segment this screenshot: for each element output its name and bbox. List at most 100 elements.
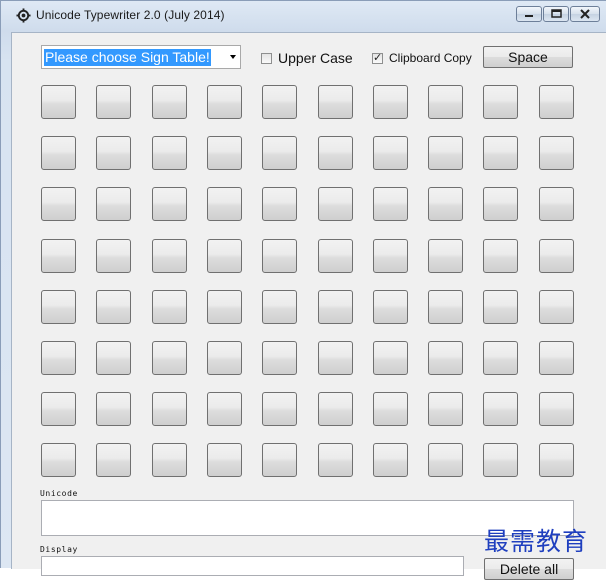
character-key[interactable] bbox=[262, 187, 297, 221]
character-key[interactable] bbox=[318, 239, 353, 273]
close-icon bbox=[580, 9, 590, 19]
unicode-label: Unicode bbox=[40, 489, 78, 498]
character-key[interactable] bbox=[318, 85, 353, 119]
character-key[interactable] bbox=[207, 136, 242, 170]
clipboard-copy-label: Clipboard Copy bbox=[389, 51, 472, 65]
watermark-text: 最需教育 bbox=[484, 527, 589, 556]
character-key[interactable] bbox=[152, 85, 187, 119]
character-key[interactable] bbox=[262, 136, 297, 170]
character-key[interactable] bbox=[539, 239, 574, 273]
character-key[interactable] bbox=[428, 290, 463, 324]
character-key[interactable] bbox=[152, 136, 187, 170]
character-key[interactable] bbox=[41, 85, 76, 119]
character-key[interactable] bbox=[483, 443, 518, 477]
character-key[interactable] bbox=[483, 136, 518, 170]
character-key[interactable] bbox=[318, 443, 353, 477]
character-key[interactable] bbox=[262, 239, 297, 273]
character-key[interactable] bbox=[207, 85, 242, 119]
character-key[interactable] bbox=[152, 239, 187, 273]
character-key[interactable] bbox=[318, 392, 353, 426]
character-key[interactable] bbox=[318, 341, 353, 375]
character-key[interactable] bbox=[539, 443, 574, 477]
chevron-down-icon bbox=[230, 55, 236, 59]
delete-all-button[interactable]: Delete all bbox=[484, 558, 574, 580]
character-key[interactable] bbox=[96, 136, 131, 170]
character-key[interactable] bbox=[262, 341, 297, 375]
character-key[interactable] bbox=[539, 136, 574, 170]
character-key[interactable] bbox=[428, 392, 463, 426]
character-key[interactable] bbox=[152, 290, 187, 324]
character-key[interactable] bbox=[539, 85, 574, 119]
minimize-button[interactable] bbox=[516, 6, 542, 22]
character-key[interactable] bbox=[41, 443, 76, 477]
character-key[interactable] bbox=[262, 392, 297, 426]
character-key[interactable] bbox=[483, 85, 518, 119]
close-button[interactable] bbox=[570, 6, 600, 22]
character-key[interactable] bbox=[373, 239, 408, 273]
character-key[interactable] bbox=[96, 443, 131, 477]
character-key[interactable] bbox=[207, 239, 242, 273]
character-key[interactable] bbox=[41, 341, 76, 375]
character-key[interactable] bbox=[207, 187, 242, 221]
character-key[interactable] bbox=[96, 239, 131, 273]
character-key[interactable] bbox=[41, 239, 76, 273]
character-key[interactable] bbox=[428, 136, 463, 170]
character-key[interactable] bbox=[207, 443, 242, 477]
character-key[interactable] bbox=[207, 290, 242, 324]
character-key[interactable] bbox=[373, 341, 408, 375]
character-key[interactable] bbox=[373, 290, 408, 324]
checkmark-icon: ✓ bbox=[373, 51, 383, 64]
character-key[interactable] bbox=[96, 290, 131, 324]
character-key[interactable] bbox=[483, 239, 518, 273]
character-key[interactable] bbox=[262, 85, 297, 119]
character-key[interactable] bbox=[539, 392, 574, 426]
character-key[interactable] bbox=[41, 290, 76, 324]
character-key[interactable] bbox=[207, 392, 242, 426]
character-key[interactable] bbox=[428, 187, 463, 221]
character-key[interactable] bbox=[539, 290, 574, 324]
character-key[interactable] bbox=[428, 85, 463, 119]
character-key[interactable] bbox=[96, 392, 131, 426]
space-button[interactable]: Space bbox=[483, 46, 573, 68]
character-key[interactable] bbox=[373, 187, 408, 221]
character-key[interactable] bbox=[152, 392, 187, 426]
clipboard-copy-checkbox[interactable]: ✓ Clipboard Copy bbox=[372, 51, 472, 65]
upper-case-checkbox[interactable]: Upper Case bbox=[261, 50, 353, 66]
character-key[interactable] bbox=[318, 136, 353, 170]
client-area: Please choose Sign Table! Upper Case ✓ C… bbox=[11, 32, 606, 580]
upper-case-box[interactable] bbox=[261, 52, 272, 64]
display-field[interactable] bbox=[41, 556, 464, 576]
character-key[interactable] bbox=[373, 392, 408, 426]
minimize-icon bbox=[525, 15, 533, 17]
character-key[interactable] bbox=[318, 290, 353, 324]
character-key[interactable] bbox=[152, 443, 187, 477]
character-key[interactable] bbox=[373, 85, 408, 119]
character-key[interactable] bbox=[318, 187, 353, 221]
character-key[interactable] bbox=[539, 187, 574, 221]
character-key[interactable] bbox=[96, 85, 131, 119]
character-key[interactable] bbox=[428, 341, 463, 375]
character-key[interactable] bbox=[152, 341, 187, 375]
maximize-button[interactable] bbox=[543, 6, 569, 22]
character-key[interactable] bbox=[207, 341, 242, 375]
character-key[interactable] bbox=[262, 290, 297, 324]
character-key[interactable] bbox=[41, 392, 76, 426]
character-key[interactable] bbox=[483, 341, 518, 375]
character-key[interactable] bbox=[41, 136, 76, 170]
character-key[interactable] bbox=[483, 392, 518, 426]
clipboard-copy-box[interactable]: ✓ bbox=[372, 51, 383, 64]
character-key[interactable] bbox=[483, 290, 518, 324]
title-bar[interactable]: Unicode Typewriter 2.0 (July 2014) bbox=[1, 1, 606, 31]
character-key[interactable] bbox=[152, 187, 187, 221]
character-key[interactable] bbox=[428, 443, 463, 477]
character-key[interactable] bbox=[483, 187, 518, 221]
character-key[interactable] bbox=[262, 443, 297, 477]
character-key[interactable] bbox=[96, 187, 131, 221]
character-key[interactable] bbox=[41, 187, 76, 221]
character-key[interactable] bbox=[539, 341, 574, 375]
character-key[interactable] bbox=[373, 136, 408, 170]
character-key[interactable] bbox=[428, 239, 463, 273]
character-key[interactable] bbox=[96, 341, 131, 375]
character-key[interactable] bbox=[373, 443, 408, 477]
sign-table-select[interactable]: Please choose Sign Table! bbox=[41, 45, 241, 69]
